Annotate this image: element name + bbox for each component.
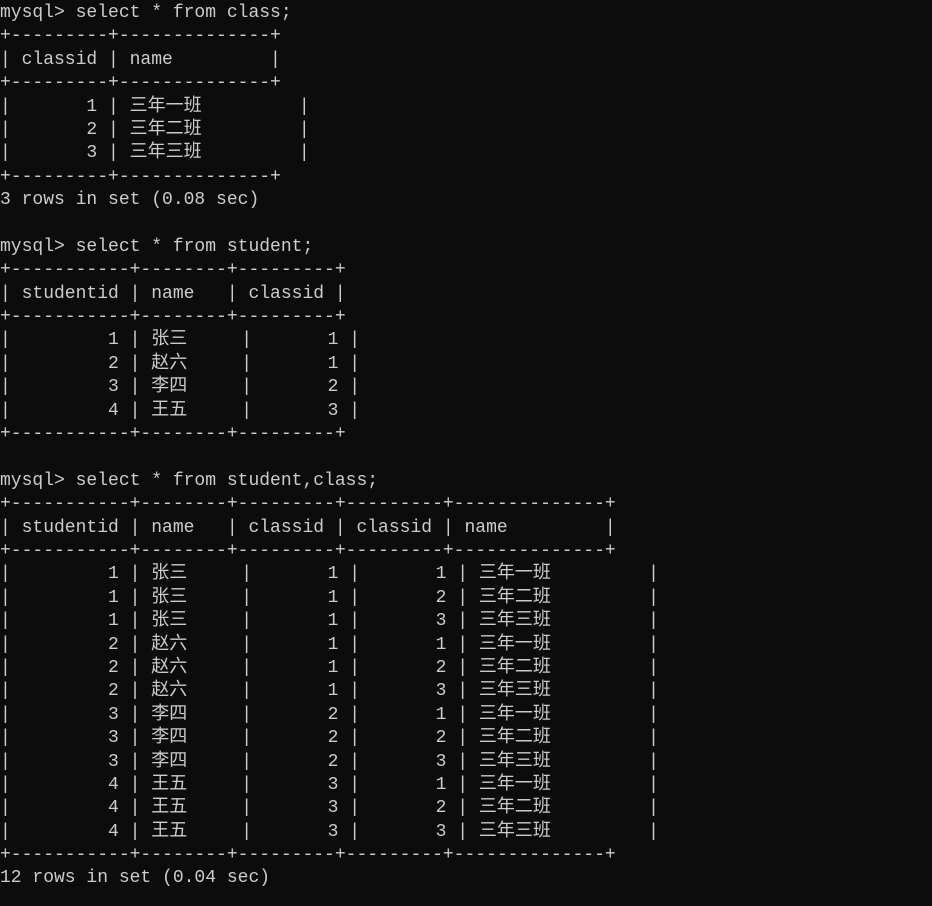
mysql-terminal[interactable]: mysql> select * from class; +---------+-… [0, 0, 932, 891]
